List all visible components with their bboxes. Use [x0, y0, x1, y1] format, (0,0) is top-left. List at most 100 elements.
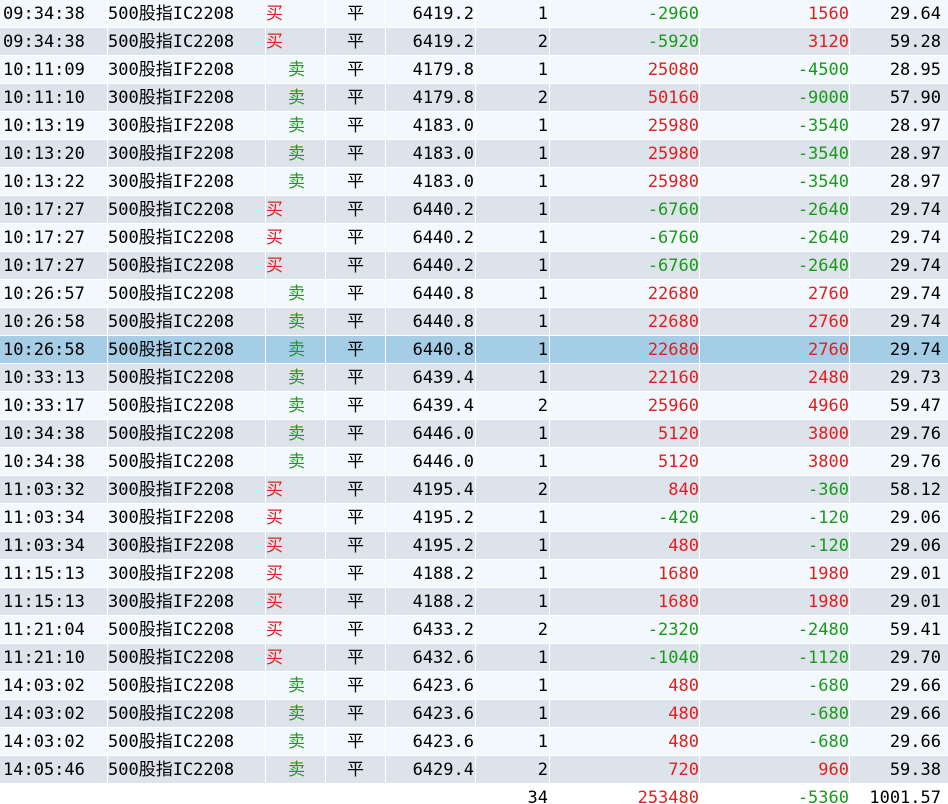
trade-time: 10:33:17 [3, 396, 85, 416]
table-row[interactable]: 11:15:13 300股指IF2208 买 平 4188.2 1 1680 1980 29.0… [0, 588, 948, 616]
trade-time: 11:03:32 [3, 480, 85, 500]
trade-price: 4195.2 [412, 536, 474, 556]
trade-price: 6423.6 [412, 732, 474, 752]
close-profit: 22680 [647, 340, 699, 360]
contract-name: 500股指IC2208 [108, 424, 235, 444]
trade-record-table: 09:34:38 500股指IC2208 买平 6419.2 1 -2960 1560 29.… [0, 0, 948, 804]
close-profit: 1680 [658, 564, 699, 584]
trade-direction: 卖 [288, 368, 305, 388]
commission: 57.90 [889, 88, 941, 108]
trade-direction: 买 [266, 256, 283, 276]
table-row[interactable]: 10:17:27 500股指IC2208 买 平 6440.2 1 -6760 -2640 29… [0, 224, 948, 252]
open-close-flag: 平 [347, 60, 364, 80]
close-profit: 480 [668, 704, 699, 724]
table-row[interactable]: 14:03:02 500股指IC2208 卖 平 6423.6 1 480 -680 29.66 [0, 672, 948, 700]
open-close-flag: 平 [347, 368, 364, 388]
open-close-flag: 平 [347, 172, 364, 192]
contract-name: 300股指IF2208 [108, 88, 235, 108]
table-row[interactable]: 14:05:46 500股指IC2208 卖 平 6429.4 2 720 960 59.38 [0, 756, 948, 784]
trade-time: 09:34:38 [3, 4, 85, 24]
close-profit: 25980 [647, 172, 699, 192]
trade-direction: 买 [266, 620, 283, 640]
table-row[interactable]: 10:33:13 500股指IC2208 卖 平 6439.4 1 22160 2480 29.… [0, 364, 948, 392]
table-row[interactable]: 10:26:58 500股指IC2208 卖 平 6440.8 1 22680 2760 29.… [0, 308, 948, 336]
table-row[interactable]: 14:03:02 500股指IC2208 卖 平 6423.6 1 480 -680 29.66 [0, 700, 948, 728]
close-profit: 50160 [647, 88, 699, 108]
trade-time: 10:26:57 [3, 284, 85, 304]
table-row[interactable]: 10:13:20 300股指IF2208 卖 平 4183.0 1 25980 -3540 28… [0, 140, 948, 168]
commission: 29.74 [889, 284, 941, 304]
commission: 29.74 [889, 256, 941, 276]
trade-price: 4183.0 [412, 116, 474, 136]
open-close-flag: 平 [347, 508, 364, 528]
table-row[interactable]: 10:34:38 500股指IC2208 卖 平 6446.0 1 5120 3800 29.7… [0, 448, 948, 476]
commission: 58.12 [889, 480, 941, 500]
trade-direction: 卖 [288, 424, 305, 444]
table-row[interactable]: 09:34:38 500股指IC2208 买 平 6419.2 1 -2960 1560 29.… [0, 0, 948, 28]
daily-profit: -2640 [797, 228, 849, 248]
table-row[interactable]: 10:13:22 300股指IF2208 卖 平 4183.0 1 25980 -3540 28… [0, 168, 948, 196]
table-row[interactable]: 10:26:57 500股指IC2208 卖 平 6440.8 1 22680 2760 29.… [0, 280, 948, 308]
trade-direction: 卖 [288, 88, 305, 108]
trade-quantity: 2 [537, 760, 548, 780]
table-row[interactable]: 11:03:32 300股指IF2208 买 平 4195.4 2 840 -360 58.12 [0, 476, 948, 504]
trade-time: 10:34:38 [3, 424, 85, 444]
trade-direction: 买 [266, 564, 283, 584]
table-row[interactable]: 11:21:10 500股指IC2208 买 平 6432.6 1 -1040 -1120 29… [0, 644, 948, 672]
open-close-flag: 平 [347, 228, 364, 248]
table-row[interactable]: 10:34:38 500股指IC2208 卖 平 6446.0 1 5120 3800 29.7… [0, 420, 948, 448]
table-row[interactable]: 11:21:04 500股指IC2208 买 平 6433.2 2 -2320 -2480 59… [0, 616, 948, 644]
trade-direction: 买 [266, 4, 283, 24]
trade-price: 6440.8 [412, 312, 474, 332]
table-row[interactable]: 09:34:38 500股指IC2208 买 平 6419.2 2 -5920 3120 59.… [0, 28, 948, 56]
commission: 29.01 [889, 564, 941, 584]
trade-price: 6446.0 [412, 424, 474, 444]
daily-profit: -2640 [797, 256, 849, 276]
trade-quantity: 2 [537, 396, 548, 416]
open-close-flag: 平 [347, 396, 364, 416]
table-row[interactable]: 10:17:27 500股指IC2208 买 平 6440.2 1 -6760 -2640 29… [0, 196, 948, 224]
contract-name: 500股指IC2208 [108, 396, 235, 416]
trade-quantity: 1 [537, 536, 548, 556]
table-row[interactable]: 10:17:27 500股指IC2208 买 平 6440.2 1 -6760 -2640 29… [0, 252, 948, 280]
close-profit: 22160 [647, 368, 699, 388]
table-row[interactable]: 10:11:10 300股指IF2208 卖 平 4179.8 2 50160 -9000 57… [0, 84, 948, 112]
table-row[interactable]: 10:13:19 300股指IF2208 卖 平 4183.0 1 25980 -3540 28… [0, 112, 948, 140]
contract-name: 300股指IF2208 [108, 60, 235, 80]
trade-quantity: 1 [537, 256, 548, 276]
commission: 29.66 [889, 732, 941, 752]
trade-time: 11:21:04 [3, 620, 85, 640]
trade-time: 11:03:34 [3, 508, 85, 528]
trade-quantity: 1 [537, 172, 548, 192]
contract-name: 300股指IF2208 [108, 480, 235, 500]
trade-direction: 买 [266, 228, 283, 248]
trade-time: 10:11:10 [3, 88, 85, 108]
close-profit: 22680 [647, 284, 699, 304]
trade-quantity: 1 [537, 424, 548, 444]
table-row[interactable]: 11:03:34 300股指IF2208 买 平 4195.2 1 -420 -120 29.0… [0, 504, 948, 532]
daily-profit: -680 [808, 676, 849, 696]
table-row[interactable]: 10:26:58 500股指IC2208 卖 平 6440.8 1 22680 2760 29.… [0, 336, 948, 364]
table-row[interactable]: 10:11:09 300股指IF2208 卖 平 4179.8 1 25080 -4500 28… [0, 56, 948, 84]
commission: 29.74 [889, 312, 941, 332]
trade-quantity: 1 [537, 732, 548, 752]
column-divider [265, 0, 266, 797]
contract-name: 500股指IC2208 [108, 256, 235, 276]
contract-name: 300股指IF2208 [108, 172, 235, 192]
commission: 29.66 [889, 676, 941, 696]
trade-quantity: 2 [537, 88, 548, 108]
table-row[interactable]: 11:03:34 300股指IF2208 买 平 4195.2 1 480 -120 29.06 [0, 532, 948, 560]
close-profit: -420 [658, 508, 699, 528]
daily-profit: 1560 [808, 4, 849, 24]
close-profit: 480 [668, 732, 699, 752]
table-row[interactable]: 10:33:17 500股指IC2208 卖 平 6439.4 2 25960 4960 59.… [0, 392, 948, 420]
contract-name: 300股指IF2208 [108, 592, 235, 612]
table-row[interactable]: 14:03:02 500股指IC2208 卖 平 6423.6 1 480 -680 29.66 [0, 728, 948, 756]
table-row[interactable]: 11:15:13 300股指IF2208 买 平 4188.2 1 1680 1980 29.0… [0, 560, 948, 588]
close-profit: 25960 [647, 396, 699, 416]
trade-quantity: 1 [537, 312, 548, 332]
daily-profit: 2760 [808, 312, 849, 332]
close-profit: -2320 [647, 620, 699, 640]
close-profit: 25080 [647, 60, 699, 80]
daily-profit: 2760 [808, 284, 849, 304]
